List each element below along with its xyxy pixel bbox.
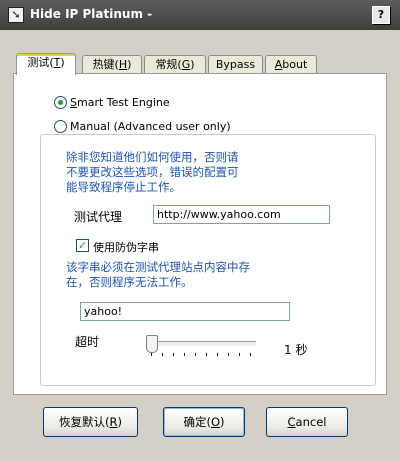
- tab-general[interactable]: 常规(G): [144, 55, 206, 74]
- tab-bypass[interactable]: Bypass: [208, 55, 263, 74]
- test-proxy-label: 测试代理: [74, 210, 123, 224]
- help-button[interactable]: ?: [372, 6, 390, 24]
- warning-text-1: 除非您知道他们如何使用，否则请: [66, 150, 239, 164]
- manual-engine-radio[interactable]: [54, 120, 67, 133]
- slider-tick: [151, 353, 152, 356]
- restore-defaults-button[interactable]: 恢复默认(R): [43, 407, 138, 437]
- warning-text-2: 不要更改这些选项，错误的配置可: [66, 165, 239, 179]
- tab-label: 热键(H): [92, 58, 132, 71]
- antifake-checkbox[interactable]: ✓: [76, 239, 89, 252]
- slider-tick: [239, 353, 240, 356]
- tab-test[interactable]: 测试(T): [16, 53, 76, 75]
- string-note-1: 该字串必须在测试代理站点内容中存: [66, 260, 250, 274]
- ok-button[interactable]: 确定(O): [163, 407, 245, 437]
- slider-tick: [173, 353, 174, 356]
- window-title: Hide IP Platinum -: [30, 7, 153, 21]
- timeout-slider-thumb[interactable]: [146, 335, 158, 353]
- timeout-value: 1 秒: [284, 343, 308, 357]
- slider-tick: [228, 353, 229, 356]
- smart-engine-radio[interactable]: [54, 96, 67, 109]
- check-string-input[interactable]: yahoo!: [80, 302, 290, 321]
- timeout-label: 超时: [75, 335, 100, 349]
- tab-about[interactable]: About: [265, 55, 317, 74]
- slider-tick: [206, 353, 207, 356]
- tab-label: About: [274, 58, 308, 71]
- manual-engine-label[interactable]: Manual (Advanced user only): [70, 120, 234, 133]
- slider-tick: [250, 353, 251, 356]
- app-icon[interactable]: ➘: [8, 7, 24, 23]
- title-bar: ➘ Hide IP Platinum - ?: [0, 0, 400, 30]
- slider-tick: [217, 353, 218, 356]
- tab-label: Bypass: [215, 58, 256, 71]
- slider-tick: [162, 353, 163, 356]
- tab-hotkeys[interactable]: 热键(H): [82, 55, 142, 74]
- string-note-2: 在，否则程序无法工作。: [66, 275, 193, 289]
- cancel-button[interactable]: Cancel: [266, 407, 348, 437]
- warning-text-3: 能导致程序停止工作。: [66, 180, 181, 194]
- slider-tick: [184, 353, 185, 356]
- test-proxy-input[interactable]: http://www.yahoo.com: [153, 205, 330, 224]
- tab-label: 测试(T): [27, 56, 65, 69]
- slider-tick: [195, 353, 196, 356]
- tab-label: 常规(G): [155, 58, 195, 71]
- timeout-slider-track[interactable]: [148, 341, 256, 347]
- smart-engine-label[interactable]: Smart Test Engine: [70, 96, 170, 109]
- antifake-label[interactable]: 使用防伪字串: [93, 239, 159, 255]
